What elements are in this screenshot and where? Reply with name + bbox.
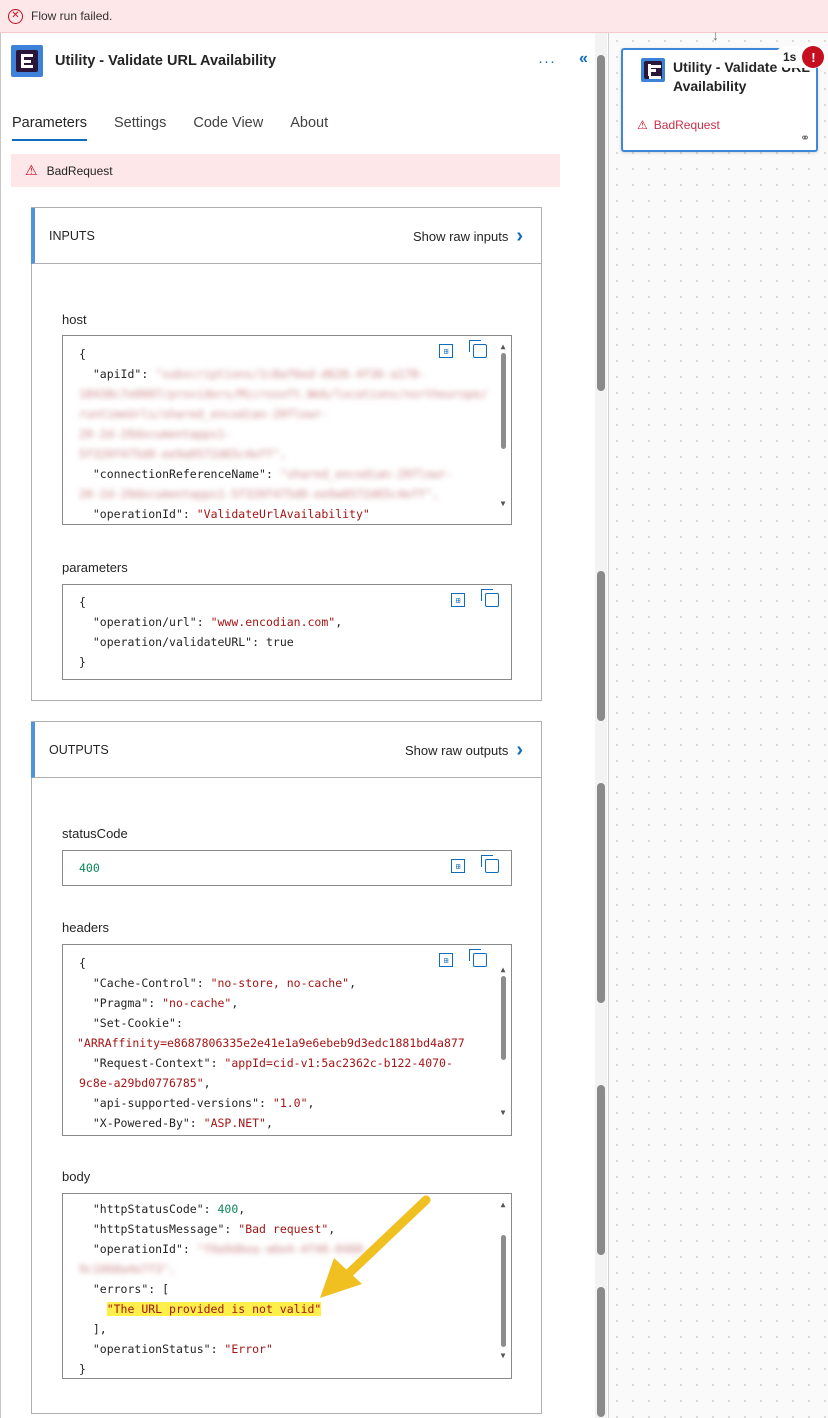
alert-icon: ! xyxy=(802,46,825,68)
error-value: "The URL provided is not valid" xyxy=(106,1302,322,1316)
format-icon[interactable]: ⊞ xyxy=(439,953,453,967)
outputs-section: OUTPUTS Show raw outputs › statusCode 40… xyxy=(31,721,542,1414)
host-label: host xyxy=(62,312,87,327)
error-value-line: "The URL provided is not valid" xyxy=(79,1299,511,1319)
parameters-label: parameters xyxy=(62,560,128,575)
collapse-panel-button[interactable]: « xyxy=(579,50,588,68)
chevron-right-icon: › xyxy=(516,739,523,761)
copy-icon[interactable] xyxy=(481,855,499,873)
annotation-arrow xyxy=(320,1195,431,1298)
run-failed-banner: ✕ Flow run failed. xyxy=(0,0,828,33)
node-status-text: BadRequest xyxy=(653,118,720,132)
encodian-logo-icon xyxy=(641,58,665,82)
tab-parameters[interactable]: Parameters xyxy=(12,115,87,141)
run-badge: 1s ! xyxy=(775,46,827,68)
duration: 1s xyxy=(783,50,797,64)
inputs-header: INPUTS Show raw inputs › xyxy=(31,208,541,264)
copy-icon[interactable] xyxy=(469,949,487,967)
parameters-code-box[interactable]: { "operation/url": "www.encodian.com", "… xyxy=(62,584,512,680)
copy-icon[interactable] xyxy=(481,589,499,607)
status-code-label: statusCode xyxy=(62,826,128,841)
panel-tabs: Parameters Settings Code View About xyxy=(12,115,355,141)
format-icon[interactable]: ⊞ xyxy=(439,344,453,358)
body-label: body xyxy=(62,1169,91,1184)
panel-scrollbar[interactable] xyxy=(595,33,607,1418)
headers-code-box[interactable]: { "Cache-Control": "no-store, no-cache",… xyxy=(62,944,512,1136)
action-details-panel: Utility - Validate URL Availability ··· … xyxy=(0,33,608,1418)
body-scrollbar[interactable]: ▲ ▼ xyxy=(498,1200,508,1360)
warning-icon: ⚠ xyxy=(637,118,648,132)
tab-code-view[interactable]: Code View xyxy=(193,115,263,141)
inputs-section: INPUTS Show raw inputs › host { "apiId":… xyxy=(31,207,542,701)
headers-label: headers xyxy=(62,920,109,935)
chevron-right-icon: › xyxy=(516,225,523,247)
inputs-title: INPUTS xyxy=(49,228,95,243)
node-status: ⚠ BadRequest xyxy=(637,118,720,132)
copy-icon[interactable] xyxy=(469,340,487,358)
panel-title: Utility - Validate URL Availability xyxy=(55,53,277,69)
headers-scrollbar[interactable]: ▲ ▼ xyxy=(498,951,508,1117)
panel-header: Utility - Validate URL Availability ··· … xyxy=(11,45,591,77)
show-raw-outputs-button[interactable]: Show raw outputs › xyxy=(405,722,523,778)
error-message-bar: ⚠ BadRequest xyxy=(11,154,560,187)
link-icon: ⚭ xyxy=(799,131,810,145)
outputs-title: OUTPUTS xyxy=(49,742,109,757)
format-icon[interactable]: ⊞ xyxy=(451,859,465,873)
status-code-box[interactable]: 400 ⊞ xyxy=(62,850,512,886)
error-circle-icon: ✕ xyxy=(8,8,23,24)
action-node[interactable]: Utility - Validate URL Availability ⚠ Ba… xyxy=(621,46,827,152)
tab-settings[interactable]: Settings xyxy=(114,115,166,141)
format-icon[interactable]: ⊞ xyxy=(451,593,465,607)
host-code-box[interactable]: { "apiId": "subscriptions/1c8af6ed-d626-… xyxy=(62,335,512,525)
host-scrollbar[interactable]: ▲ ▼ xyxy=(498,342,508,508)
more-options-button[interactable]: ··· xyxy=(538,53,556,70)
outputs-header: OUTPUTS Show raw outputs › xyxy=(31,722,541,778)
show-raw-outputs-label: Show raw outputs xyxy=(404,742,509,758)
body-code-box[interactable]: "httpStatusCode": 400, "httpStatusMessag… xyxy=(62,1193,512,1379)
encodian-logo-icon xyxy=(11,45,43,77)
banner-message: Flow run failed. xyxy=(31,9,113,23)
warning-icon: ⚠ xyxy=(25,162,38,178)
flow-canvas[interactable]: ↓ Utility - Validate URL Availability ⚠ … xyxy=(608,27,828,1418)
show-raw-inputs-button[interactable]: Show raw inputs › xyxy=(413,208,523,264)
arrow-down-icon: ↓ xyxy=(712,27,719,43)
show-raw-inputs-label: Show raw inputs xyxy=(412,228,509,244)
error-message: BadRequest xyxy=(46,163,113,178)
tab-about[interactable]: About xyxy=(290,115,328,141)
